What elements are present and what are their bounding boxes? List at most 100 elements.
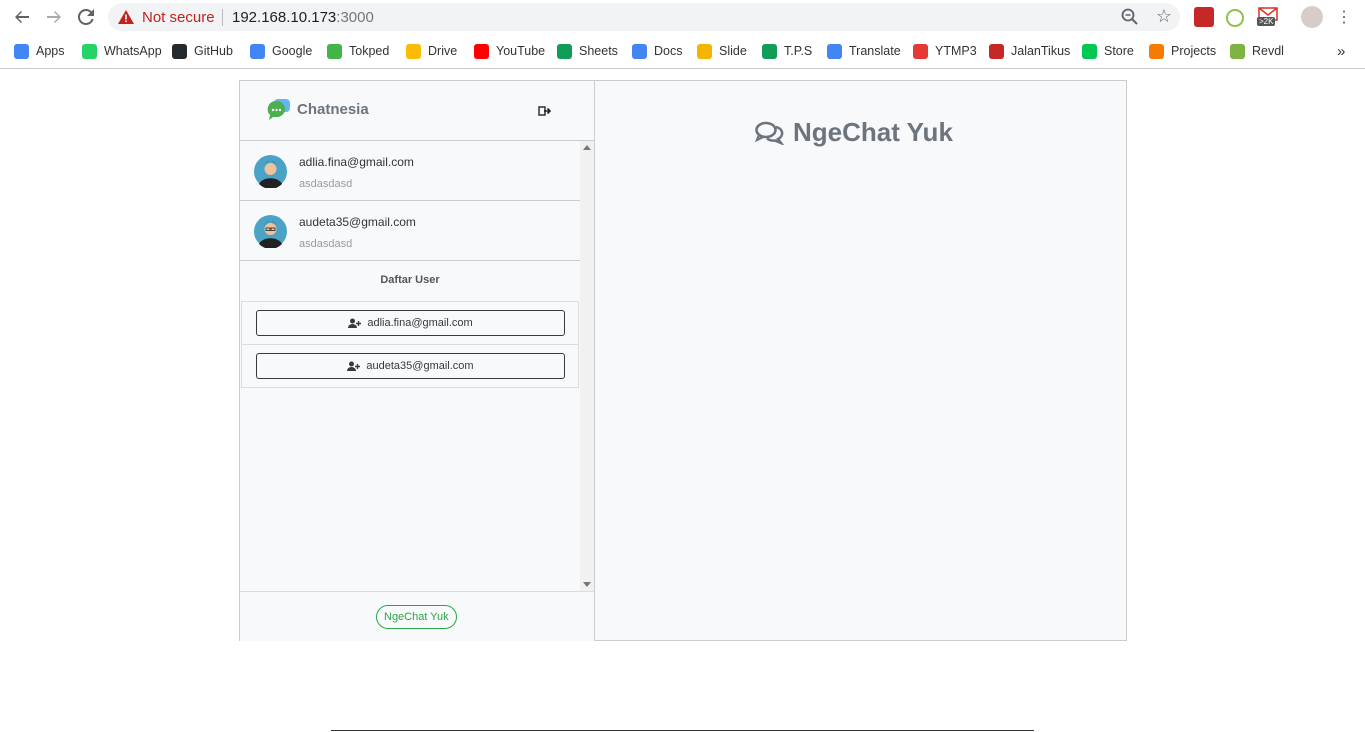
bookmark-projects[interactable]: Projects: [1149, 42, 1216, 60]
bookmark-apps[interactable]: Apps: [14, 42, 65, 60]
divider: [222, 9, 223, 26]
chat-logo-icon: [267, 99, 290, 120]
tps-icon: [762, 43, 777, 59]
chat-last-message: asdasdasd: [299, 178, 353, 190]
bookmark-sheets[interactable]: Sheets: [557, 42, 618, 60]
bookmark-github[interactable]: GitHub: [172, 42, 233, 60]
main-panel: NgeChat Yuk: [595, 81, 1126, 640]
scrollbar[interactable]: [580, 141, 594, 591]
chat-email: audeta35@gmail.com: [299, 215, 416, 229]
gmail-extension-icon[interactable]: >2K: [1257, 7, 1278, 27]
bookmark-label: Drive: [428, 44, 458, 58]
bookmark-tokped[interactable]: Tokped: [327, 42, 389, 60]
divider: [331, 730, 1034, 731]
ngechat-button[interactable]: NgeChat Yuk: [376, 605, 457, 629]
reload-icon[interactable]: [74, 5, 98, 29]
apps-grid-icon: [14, 43, 29, 59]
zoom-icon[interactable]: [1120, 7, 1140, 27]
jalantikus-icon: [989, 43, 1004, 59]
user-plus-icon: [348, 318, 362, 328]
bookmark-jalantikus[interactable]: JalanTikus: [989, 42, 1070, 60]
bookmark-whatsapp[interactable]: WhatsApp: [82, 42, 162, 60]
bookmark-label: Sheets: [579, 44, 618, 58]
security-label[interactable]: Not secure: [142, 9, 215, 26]
chat-email: adlia.fina@gmail.com: [299, 155, 414, 169]
bookmark-label: T.P.S: [784, 44, 813, 58]
avatar: [254, 215, 287, 248]
scroll-down-icon[interactable]: [583, 582, 591, 587]
main-title-text: NgeChat Yuk: [793, 117, 953, 147]
add-user-button[interactable]: audeta35@gmail.com: [256, 353, 565, 379]
slides-icon: [697, 43, 712, 59]
user-list: adlia.fina@gmail.com audeta35@gmail.com: [241, 301, 579, 388]
user-list-row: adlia.fina@gmail.com: [242, 302, 578, 345]
bookmark-store[interactable]: Store: [1082, 42, 1134, 60]
bookmark-label: GitHub: [194, 44, 233, 58]
bookmark-translate[interactable]: Translate: [827, 42, 901, 60]
sidebar: Chatnesia adlia.fina@gmail.com asdasdasd…: [240, 81, 595, 641]
bookmark-label: Tokped: [349, 44, 390, 58]
bookmark-t-p-s[interactable]: T.P.S: [762, 42, 812, 60]
more-bookmarks-icon[interactable]: »: [1337, 42, 1345, 60]
bookmark-label: Projects: [1171, 44, 1217, 58]
youtube-icon: [474, 43, 489, 59]
github-icon: [172, 43, 187, 59]
bookmark-label: JalanTikus: [1011, 44, 1071, 58]
bookmark-label: Slide: [719, 44, 747, 58]
bookmark-docs[interactable]: Docs: [632, 42, 682, 60]
bookmark-label: Revdl: [1252, 44, 1284, 58]
user-list-row: audeta35@gmail.com: [242, 345, 578, 387]
brand-header: Chatnesia: [240, 81, 594, 141]
profile-avatar[interactable]: [1301, 6, 1323, 28]
google-icon: [250, 43, 265, 59]
user-list-title: Daftar User: [380, 274, 440, 286]
gmail-badge: >2K: [1257, 17, 1276, 26]
bookmark-label: WhatsApp: [104, 44, 162, 58]
logout-icon[interactable]: [538, 104, 552, 118]
bookmark-slide[interactable]: Slide: [697, 42, 747, 60]
bookmark-label: Translate: [849, 44, 901, 58]
bookmark-revdl[interactable]: Revdl: [1230, 42, 1284, 60]
nodejs-extension-icon[interactable]: [1226, 9, 1244, 27]
warning-icon: [118, 10, 134, 24]
extension-red-icon[interactable]: [1194, 7, 1214, 27]
revdl-icon: [1230, 43, 1245, 59]
forward-icon[interactable]: [42, 5, 66, 29]
user-plus-icon: [347, 361, 361, 371]
bookmark-star-icon[interactable]: ☆: [1156, 6, 1172, 27]
back-icon[interactable]: [10, 5, 34, 29]
bookmark-label: YTMP3: [935, 44, 977, 58]
download-icon: [913, 43, 928, 59]
chat-list-area: adlia.fina@gmail.com asdasdasd audeta35@…: [240, 141, 580, 591]
user-email: adlia.fina@gmail.com: [367, 317, 473, 329]
menu-icon[interactable]: ⋮: [1332, 5, 1356, 29]
google-icon: [827, 43, 842, 59]
bookmark-ytmp3[interactable]: YTMP3: [913, 42, 977, 60]
browser-toolbar: Not secure 192.168.10.173:3000 ☆ >2K ⋮: [0, 0, 1365, 34]
main-title: NgeChat Yuk: [755, 117, 953, 148]
bookmark-google[interactable]: Google: [250, 42, 312, 60]
projects-icon: [1149, 43, 1164, 59]
drive-icon: [406, 43, 421, 59]
bookmark-label: Docs: [654, 44, 683, 58]
chat-app: Chatnesia adlia.fina@gmail.com asdasdasd…: [239, 80, 1127, 641]
bookmark-drive[interactable]: Drive: [406, 42, 457, 60]
address-bar[interactable]: Not secure 192.168.10.173:3000 ☆: [108, 3, 1180, 31]
scroll-up-icon[interactable]: [583, 145, 591, 150]
play-store-icon: [1082, 43, 1097, 59]
bookmark-youtube[interactable]: YouTube: [474, 42, 545, 60]
add-user-button[interactable]: adlia.fina@gmail.com: [256, 310, 565, 336]
bookmark-label: Apps: [36, 44, 65, 58]
chat-last-message: asdasdasd: [299, 238, 353, 250]
url-text[interactable]: 192.168.10.173:3000: [232, 9, 374, 26]
avatar: [254, 155, 287, 188]
bookmark-label: Google: [272, 44, 313, 58]
user-email: audeta35@gmail.com: [366, 360, 474, 372]
chat-list-item[interactable]: audeta35@gmail.com asdasdasd: [240, 201, 580, 261]
chat-list-item[interactable]: adlia.fina@gmail.com asdasdasd: [240, 141, 580, 201]
docs-icon: [632, 43, 647, 59]
sheets-icon: [557, 43, 572, 59]
brand-name: Chatnesia: [297, 101, 369, 118]
comments-icon: [755, 121, 785, 145]
whatsapp-icon: [82, 43, 97, 59]
